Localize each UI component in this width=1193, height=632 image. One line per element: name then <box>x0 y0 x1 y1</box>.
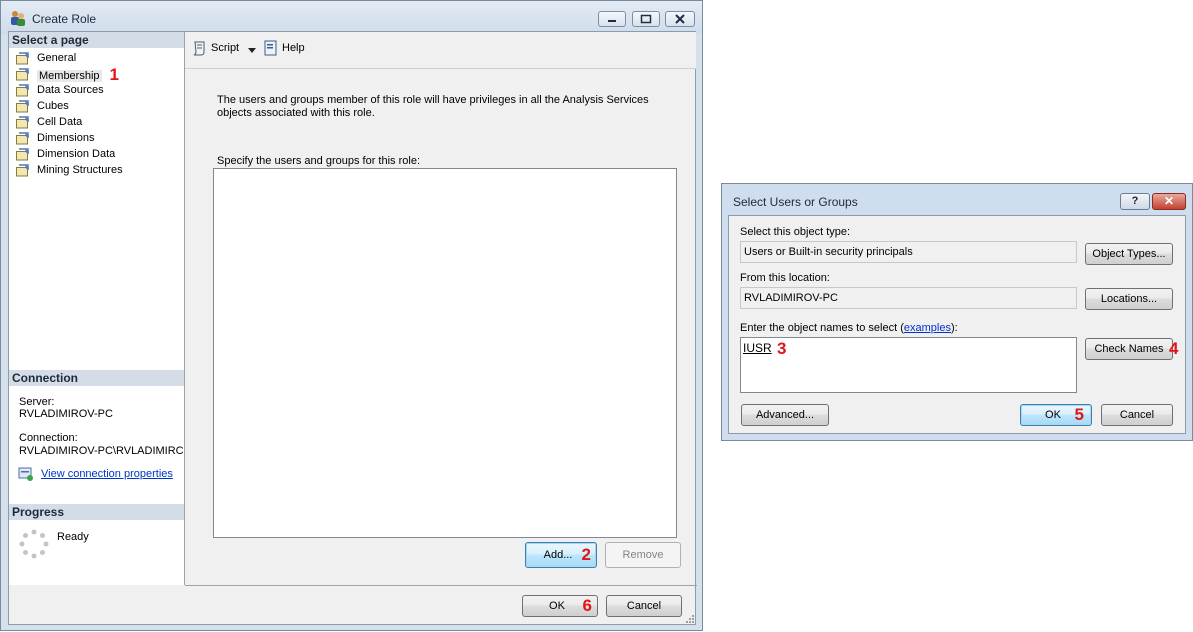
help-button[interactable]: Help <box>282 42 305 54</box>
page-item-label: Dimensions <box>37 132 95 144</box>
object-types-button[interactable]: Object Types... <box>1085 243 1173 265</box>
page-item-general[interactable]: General <box>12 50 76 66</box>
ok-button-label: OK <box>549 600 565 612</box>
page-item-label: Mining Structures <box>37 164 123 176</box>
step-marker-1: 1 <box>109 65 119 84</box>
dialog-cancel-button[interactable]: Cancel <box>1101 404 1173 426</box>
location-field: RVLADIMIROV-PC <box>740 287 1077 309</box>
advanced-button[interactable]: Advanced... <box>741 404 829 426</box>
step-marker-2: 2 <box>581 545 591 564</box>
select-users-dialog: Select Users or Groups ? ✕ Select this o… <box>721 183 1193 441</box>
page-icon <box>16 132 29 145</box>
examples-link[interactable]: examples <box>904 322 951 334</box>
add-button[interactable]: Add... 2 <box>525 542 597 568</box>
page-item-label: Dimension Data <box>37 148 116 160</box>
dialog-ok-button[interactable]: OK 5 <box>1020 404 1092 426</box>
role-icon <box>10 10 26 26</box>
page-icon <box>16 100 29 113</box>
cancel-button[interactable]: Cancel <box>606 595 682 617</box>
script-icon <box>192 40 208 59</box>
dialog-close-button[interactable]: ✕ <box>1152 193 1186 210</box>
page-icon <box>16 116 29 129</box>
ok-button[interactable]: OK 6 <box>522 595 598 617</box>
select-page-header: Select a page <box>9 32 184 48</box>
step-marker-4: 4 <box>1169 339 1179 358</box>
create-role-window: Create Role Select a page General Members… <box>0 0 703 631</box>
script-button[interactable]: Script <box>211 42 239 54</box>
window-title: Create Role <box>32 12 97 26</box>
add-button-label: Add... <box>543 549 573 561</box>
page-item-label: Data Sources <box>37 84 104 96</box>
specify-users-label: Specify the users and groups for this ro… <box>217 155 420 167</box>
page-icon <box>16 68 29 81</box>
enter-names-label: Enter the object names to select (exampl… <box>740 322 958 334</box>
connection-value: RVLADIMIROV-PC\RVLADIMIRC <box>19 445 184 457</box>
toolbar: Script Help <box>185 32 696 69</box>
page-icon <box>16 84 29 97</box>
minimize-button[interactable] <box>598 11 626 27</box>
enter-names-label-prefix: Enter the object names to select ( <box>740 322 904 334</box>
page-item-membership[interactable]: Membership 1 <box>12 65 119 84</box>
members-list[interactable] <box>213 168 677 538</box>
object-names-input[interactable]: IUSR 3 <box>740 337 1077 393</box>
progress-status: Ready <box>57 531 89 543</box>
role-description: The users and groups member of this role… <box>217 94 649 119</box>
close-button[interactable] <box>665 11 695 27</box>
view-connection-properties-link[interactable]: View connection properties <box>41 468 173 480</box>
remove-button[interactable]: Remove <box>605 542 681 568</box>
page-icon <box>16 52 29 65</box>
dialog-ok-button-label: OK <box>1045 409 1061 421</box>
progress-header: Progress <box>9 504 184 520</box>
page-item-label: Cubes <box>37 100 69 112</box>
page-item-data-sources[interactable]: Data Sources <box>12 82 104 98</box>
dialog-title: Select Users or Groups <box>733 195 858 209</box>
connection-label: Connection: <box>19 432 78 444</box>
window-client-area: Select a page General Membership 1 Data Sou… <box>8 31 697 627</box>
dialog-client-area: Select this object type: Users or Built-… <box>728 215 1186 434</box>
step-marker-3: 3 <box>777 339 787 358</box>
locations-button[interactable]: Locations... <box>1085 288 1173 310</box>
page-item-dimension-data[interactable]: Dimension Data <box>12 146 115 162</box>
check-names-button[interactable]: Check Names <box>1085 338 1173 360</box>
page-icon <box>16 148 29 161</box>
footer-separator <box>185 585 697 586</box>
resolved-name-iusr[interactable]: IUSR <box>743 341 772 355</box>
check-names-button-label: Check Names <box>1094 343 1164 355</box>
script-dropdown-icon[interactable] <box>248 45 257 57</box>
server-label: Server: <box>19 396 55 408</box>
page-item-label: General <box>37 52 77 64</box>
page-icon <box>16 164 29 177</box>
location-label: From this location: <box>740 272 830 284</box>
enter-names-label-suffix: ): <box>950 322 958 334</box>
page-selector-pane: Select a page General Membership 1 Data Sou… <box>9 32 185 585</box>
connection-header: Connection <box>9 370 184 386</box>
page-item-cubes[interactable]: Cubes <box>12 98 69 114</box>
page-item-dimensions[interactable]: Dimensions <box>12 130 94 146</box>
title-bar[interactable]: Create Role <box>1 1 702 34</box>
step-marker-6: 6 <box>582 596 592 615</box>
step-marker-5: 5 <box>1074 405 1084 424</box>
page-item-mining-structures[interactable]: Mining Structures <box>12 162 123 178</box>
page-item-label: Cell Data <box>37 116 83 128</box>
object-type-label: Select this object type: <box>740 226 851 238</box>
maximize-button[interactable] <box>632 11 660 27</box>
page-item-cell-data[interactable]: Cell Data <box>12 114 82 130</box>
page-item-label: Membership <box>37 70 102 82</box>
object-type-field: Users or Built-in security principals <box>740 241 1077 263</box>
server-value: RVLADIMIROV-PC <box>19 408 113 420</box>
connection-properties-icon <box>18 466 34 485</box>
progress-spinner-icon <box>19 529 49 562</box>
help-icon <box>263 40 279 59</box>
dialog-help-button[interactable]: ? <box>1120 193 1150 210</box>
resize-grip-icon[interactable] <box>685 614 695 627</box>
